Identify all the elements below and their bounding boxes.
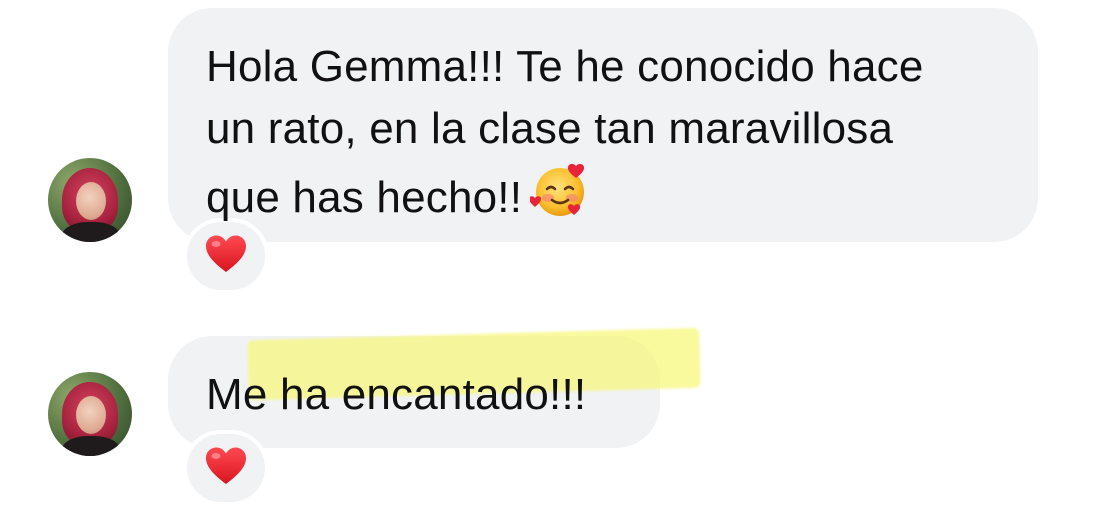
red-heart-icon — [204, 234, 248, 279]
sender-avatar[interactable] — [48, 372, 132, 456]
reaction-badge[interactable] — [183, 430, 269, 506]
message-line: Hola Gemma!!! Te he conocido hace — [206, 42, 924, 91]
message-text: Me ha encantado!!! — [206, 364, 630, 426]
smiling-face-with-hearts-icon — [529, 160, 590, 237]
message-text: Hola Gemma!!! Te he conocido hace un rat… — [206, 36, 1008, 237]
message-line: que has hecho!! — [206, 160, 1008, 237]
red-heart-icon — [204, 446, 248, 491]
message-line: un rato, en la clase tan maravillosa — [206, 104, 894, 153]
message-bubble[interactable]: Hola Gemma!!! Te he conocido hace un rat… — [168, 8, 1038, 242]
message-thread: Hola Gemma!!! Te he conocido hace un rat… — [0, 0, 1120, 519]
message-line: Me ha encantado!!! — [206, 370, 587, 419]
sender-avatar[interactable] — [48, 158, 132, 242]
